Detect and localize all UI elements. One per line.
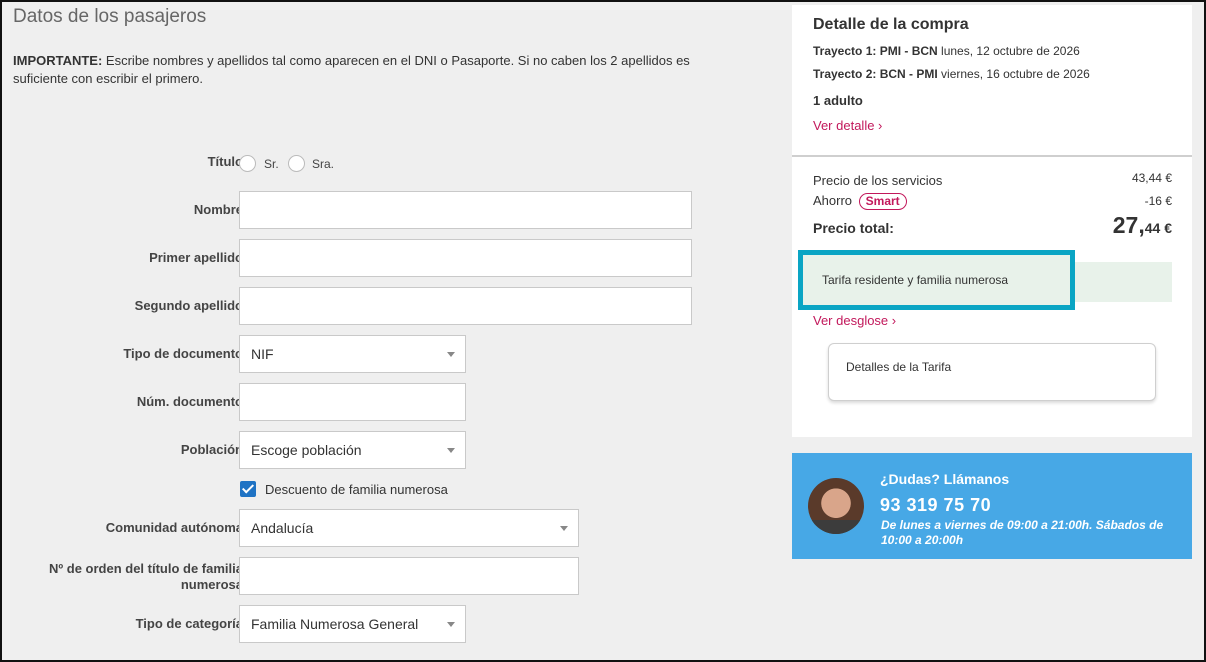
services-label: Precio de los servicios — [813, 173, 943, 188]
num-documento-input[interactable] — [239, 383, 466, 421]
comunidad-label: Comunidad autónoma — [105, 520, 243, 535]
primer-apellido-label: Primer apellido — [149, 250, 243, 265]
trip-2-route: Trayecto 2: BCN - PMI — [813, 67, 938, 81]
ahorro-label: Ahorro — [813, 193, 853, 208]
detalles-tarifa-button[interactable]: Detalles de la Tarifa — [828, 343, 1156, 401]
caret-down-icon — [447, 448, 455, 453]
page-title: Datos de los pasajeros — [13, 6, 207, 27]
radio-sr[interactable] — [239, 155, 256, 172]
passenger-form: Datos de los pasajeros IMPORTANTE: Escri… — [13, 0, 773, 662]
poblacion-value: Escoge población — [251, 442, 362, 458]
primer-apellido-input[interactable] — [239, 239, 692, 277]
nombre-label: Nombre — [193, 202, 243, 217]
nombre-input[interactable] — [239, 191, 692, 229]
ver-detalle-link[interactable]: Ver detalle › — [813, 118, 882, 133]
agent-avatar — [808, 478, 864, 534]
categoria-value: Familia Numerosa General — [251, 616, 419, 632]
detalles-tarifa-label: Detalles de la Tarifa — [846, 360, 952, 374]
orden-label-line2: numerosa — [180, 577, 243, 592]
orden-label-line1: Nº de orden del título de familia — [49, 561, 243, 576]
tipo-documento-select[interactable]: NIF — [239, 335, 466, 373]
comunidad-value: Andalucía — [251, 520, 314, 536]
divider — [792, 155, 1192, 157]
orden-label: Nº de orden del título de familia numeros… — [13, 561, 243, 593]
trip-1-date: lunes, 12 octubre de 2026 — [937, 44, 1080, 58]
comunidad-select[interactable]: Andalucía — [239, 509, 579, 547]
tipo-documento-label: Tipo de documento — [123, 346, 243, 361]
purchase-summary-card: Detalle de la compra Trayecto 1: PMI - B… — [792, 5, 1192, 437]
passenger-count: 1 adulto — [813, 93, 863, 108]
services-value: 43,44 € — [1131, 171, 1172, 185]
help-phone[interactable]: 93 319 75 70 — [880, 495, 991, 516]
caret-down-icon — [447, 352, 455, 357]
categoria-label: Tipo de categoría — [135, 616, 243, 631]
ver-desglose-link[interactable]: Ver desglose › — [813, 313, 896, 328]
caret-down-icon — [560, 526, 568, 531]
total-decimal: 44 € — [1144, 220, 1172, 236]
help-box: ¿Dudas? Llámanos 93 319 75 70 De lunes a… — [792, 453, 1192, 559]
radio-sr-label: Sr. — [264, 157, 279, 171]
segundo-apellido-input[interactable] — [239, 287, 692, 325]
total-label: Precio total: — [813, 220, 894, 236]
num-documento-label: Núm. documento — [136, 394, 243, 409]
trip-1-route: Trayecto 1: PMI - BCN — [813, 44, 938, 58]
poblacion-select[interactable]: Escoge población — [239, 431, 466, 469]
segundo-apellido-label: Segundo apellido — [134, 298, 243, 313]
trip-1: Trayecto 1: PMI - BCN lunes, 12 octubre … — [813, 44, 1080, 58]
caret-down-icon — [447, 622, 455, 627]
help-title: ¿Dudas? Llámanos — [880, 471, 1010, 487]
trip-2-date: viernes, 16 octubre de 2026 — [937, 67, 1090, 81]
radio-sra[interactable] — [288, 155, 305, 172]
help-hours: De lunes a viernes de 09:00 a 21:00h. Sá… — [881, 518, 1164, 547]
smart-badge: Smart — [858, 193, 907, 211]
radio-sra-label: Sra. — [312, 157, 335, 171]
descuento-checkbox[interactable] — [240, 481, 256, 497]
descuento-label: Descuento de familia numerosa — [265, 482, 448, 497]
ahorro-value: -16 € — [1144, 194, 1172, 208]
titulo-label: Título — [207, 154, 243, 169]
categoria-select[interactable]: Familia Numerosa General — [239, 605, 466, 643]
ahorro-row: Ahorro Smart — [813, 193, 907, 211]
orden-input[interactable] — [239, 557, 579, 595]
tipo-documento-value: NIF — [251, 346, 274, 362]
poblacion-label: Población — [180, 442, 243, 457]
purchase-title: Detalle de la compra — [813, 16, 969, 33]
important-notice: IMPORTANTE: Escribe nombres y apellidos … — [13, 52, 703, 88]
trip-2: Trayecto 2: BCN - PMI viernes, 16 octubr… — [813, 67, 1090, 81]
total-value: 27,44 € — [1113, 212, 1172, 239]
total-integer: 27, — [1112, 212, 1145, 238]
important-label: IMPORTANTE: — [13, 53, 103, 68]
tarifa-text: Tarifa residente y familia numerosa — [822, 273, 1009, 287]
important-text: Escribe nombres y apellidos tal como apa… — [13, 53, 690, 86]
